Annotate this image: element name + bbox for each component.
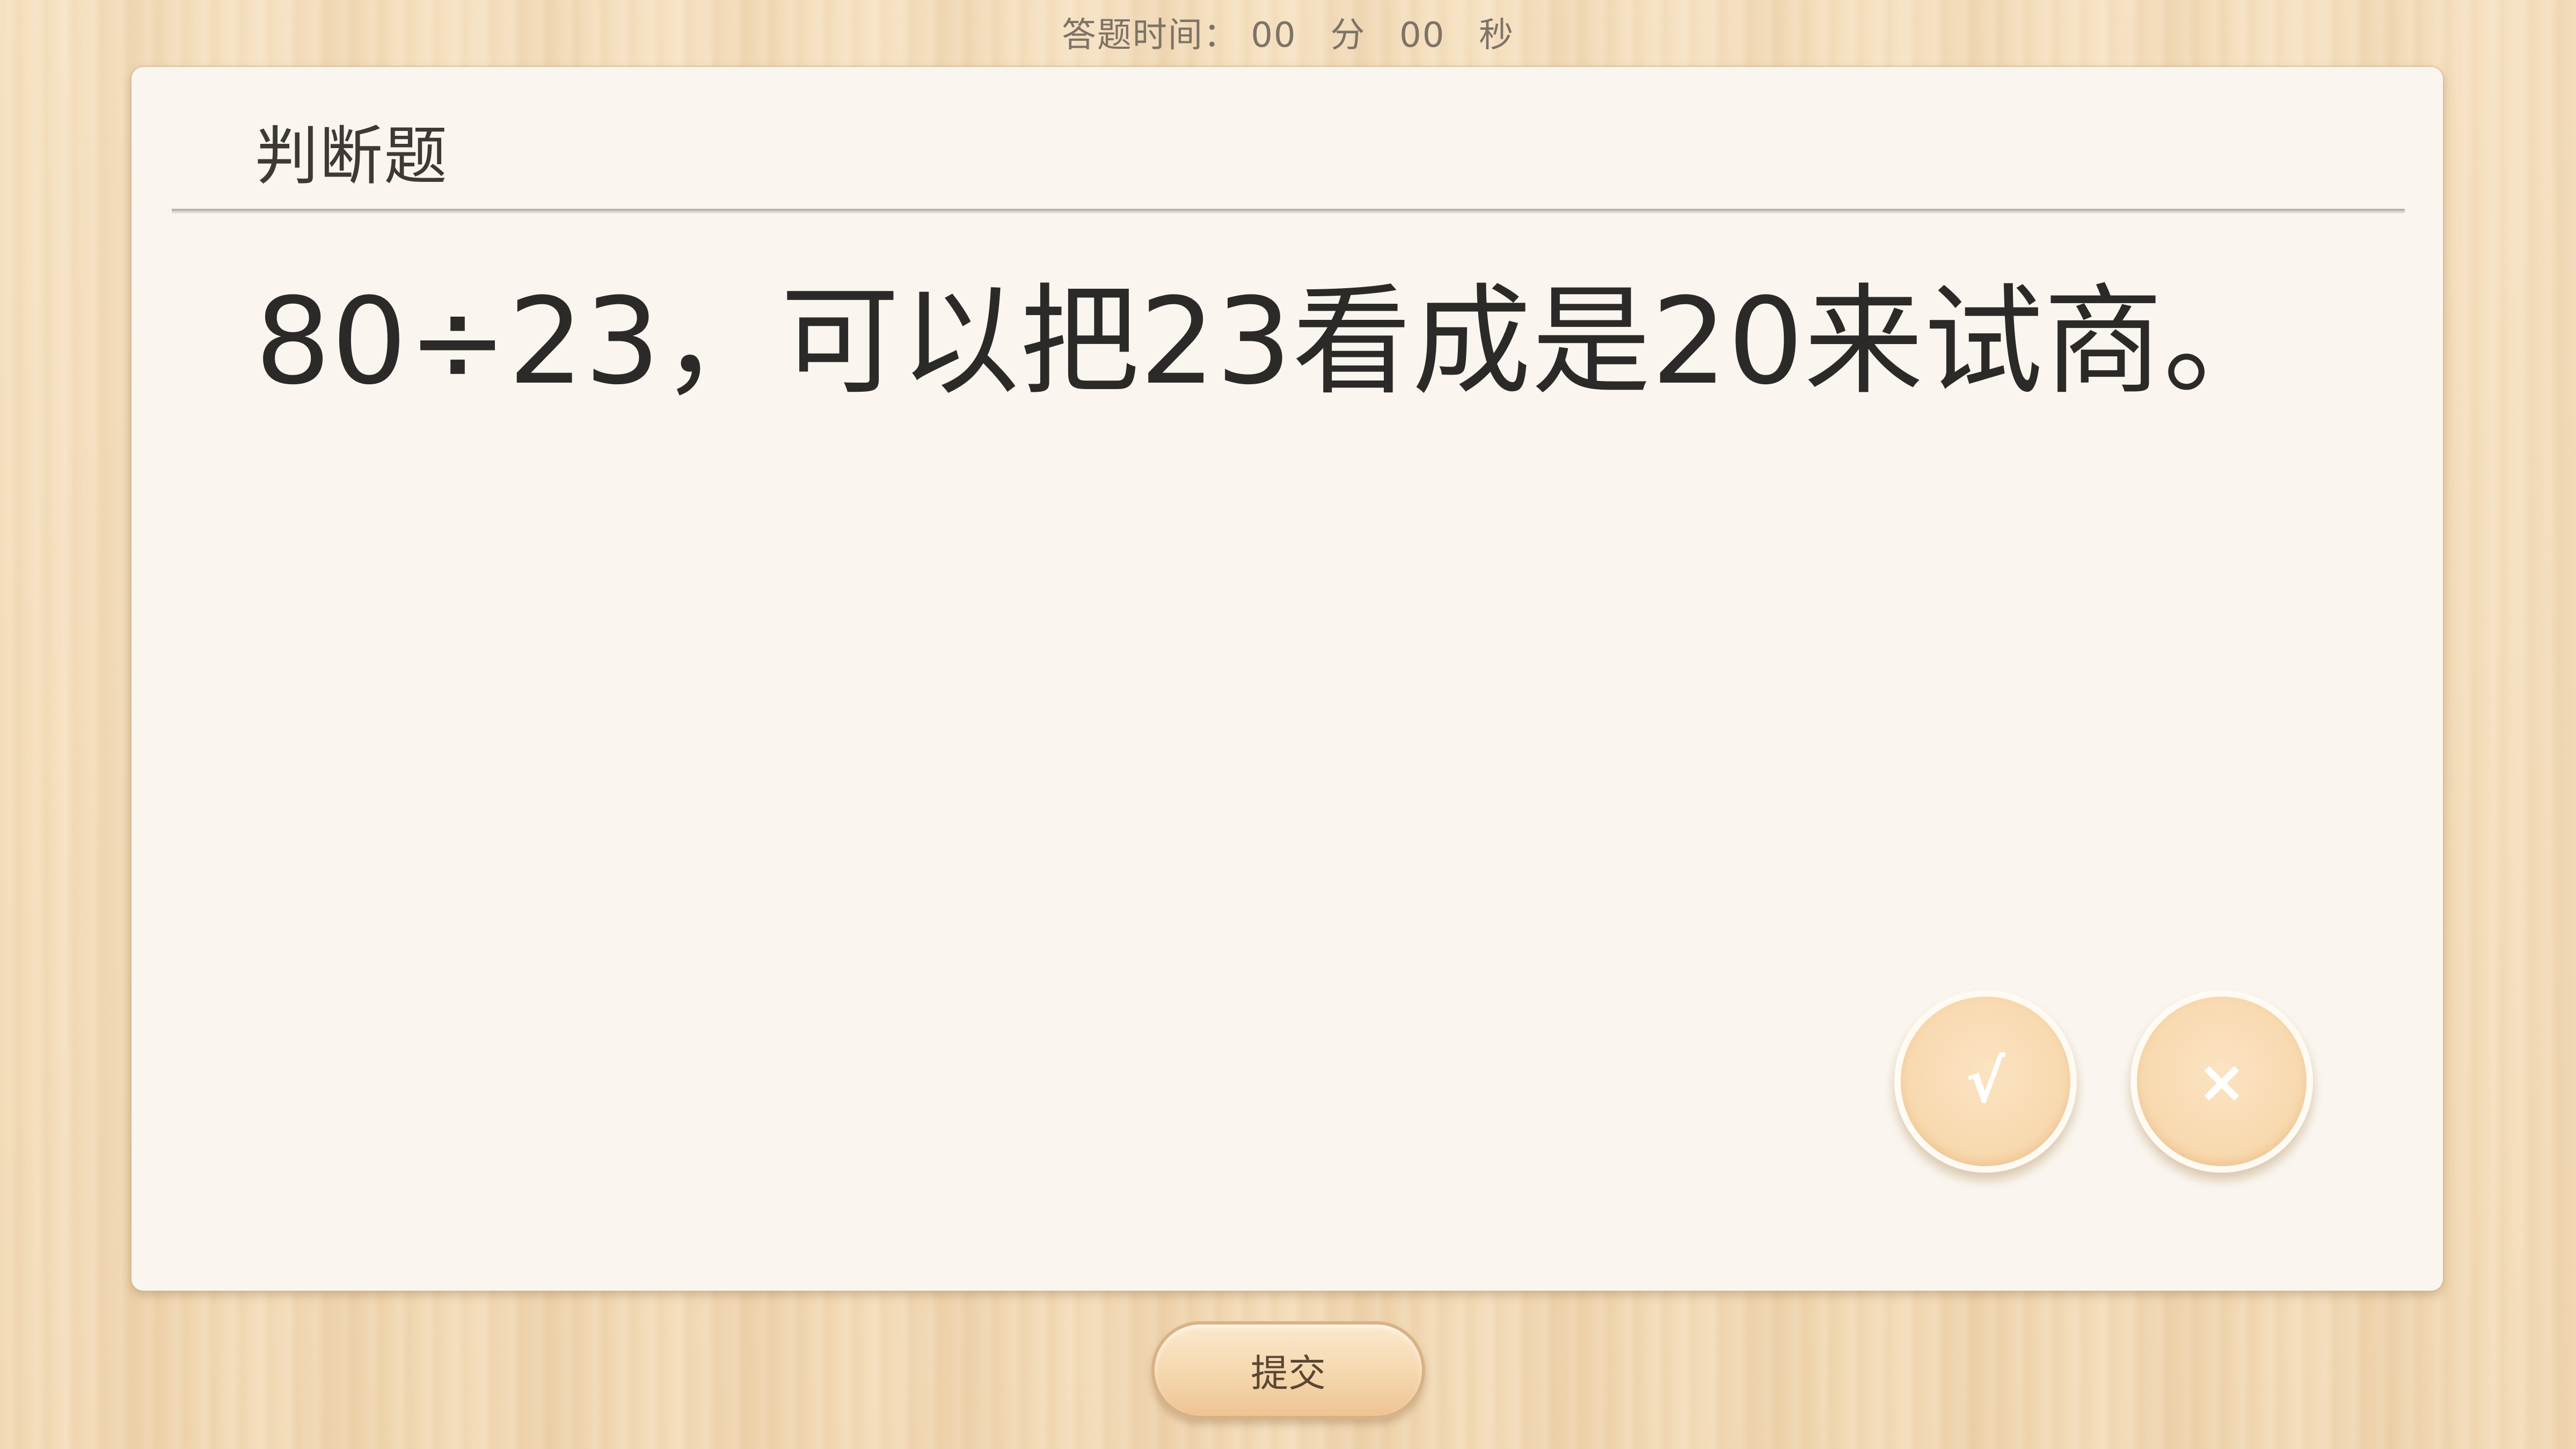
timer-seconds: 00 xyxy=(1399,16,1446,55)
cross-icon: × xyxy=(2196,1047,2247,1116)
answer-timer: 答题时间： 00 分 00 秒 xyxy=(0,8,2576,57)
submit-label: 提交 xyxy=(1251,1351,1326,1395)
question-text: 80÷23，可以把23看成是20来试商。 xyxy=(255,273,2283,411)
timer-minutes-unit: 分 xyxy=(1330,16,1366,55)
answer-false-button[interactable]: × xyxy=(2130,990,2313,1173)
answer-true-button[interactable]: √ xyxy=(1894,990,2077,1173)
submit-button[interactable]: 提交 xyxy=(1151,1321,1425,1419)
timer-label: 答题时间： xyxy=(1061,16,1239,55)
question-type-title: 判断题 xyxy=(255,119,449,193)
question-card: 判断题 80÷23，可以把23看成是20来试商。 √ × xyxy=(132,67,2443,1291)
check-icon: √ xyxy=(1966,1047,2005,1116)
header-divider xyxy=(172,209,2405,213)
timer-minutes: 00 xyxy=(1251,16,1297,55)
timer-seconds-unit: 秒 xyxy=(1479,16,1515,55)
